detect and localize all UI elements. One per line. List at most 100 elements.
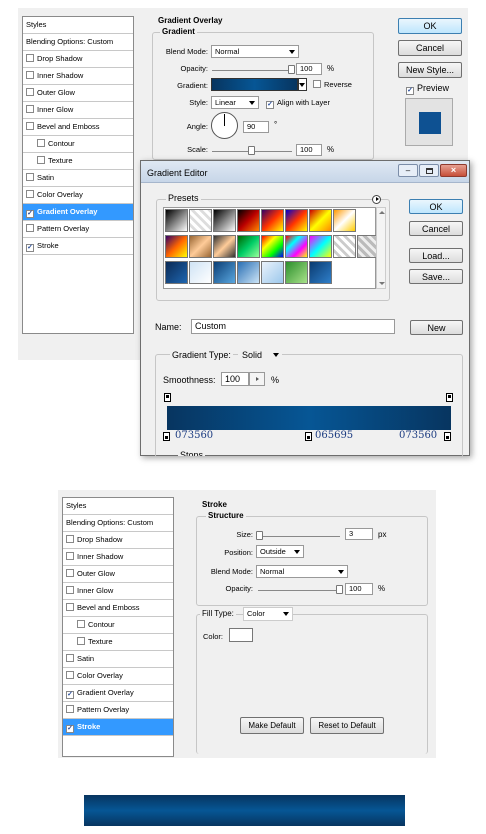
preset-swatch[interactable] — [213, 235, 236, 258]
angle-input[interactable]: 90 — [243, 121, 269, 133]
editor-ok-button[interactable]: OK — [409, 199, 463, 214]
preset-swatch[interactable] — [285, 261, 308, 284]
checkbox-icon[interactable] — [26, 122, 34, 130]
preset-swatch[interactable] — [165, 261, 188, 284]
preset-swatch[interactable] — [285, 235, 308, 258]
gradient-type-select[interactable]: Solid — [238, 348, 282, 362]
preset-swatch[interactable] — [165, 235, 188, 258]
checkbox-icon[interactable] — [66, 586, 74, 594]
preset-swatch[interactable] — [165, 209, 188, 232]
sidebar-item-styles[interactable]: Styles — [63, 498, 173, 515]
sidebar-item-stroke[interactable]: ✓ Stroke — [63, 719, 173, 736]
presets-menu-button[interactable] — [372, 195, 381, 204]
checkbox-icon[interactable]: ✓ — [66, 691, 74, 699]
checkbox-icon[interactable] — [66, 552, 74, 560]
sidebar-item-texture[interactable]: Texture — [23, 153, 133, 170]
presets-scrollbar[interactable] — [376, 207, 386, 289]
sidebar-item-stroke[interactable]: ✓ Stroke — [23, 238, 133, 255]
checkbox-icon[interactable]: ✓ — [66, 725, 74, 733]
sidebar-item-drop-shadow[interactable]: Drop Shadow — [23, 51, 133, 68]
sidebar-item-bevel-and-emboss[interactable]: Bevel and Emboss — [63, 600, 173, 617]
sidebar-item-gradient-overlay[interactable]: ✓ Gradient Overlay — [23, 204, 133, 221]
opacity-input[interactable]: 100 — [296, 63, 322, 75]
angle-dial[interactable] — [211, 112, 238, 139]
color-stop-0[interactable] — [163, 432, 170, 441]
sidebar-item-contour[interactable]: Contour — [23, 136, 133, 153]
preset-swatch[interactable] — [333, 235, 356, 258]
preset-swatch[interactable] — [261, 209, 284, 232]
load-button[interactable]: Load... — [409, 248, 463, 263]
size-slider-thumb[interactable] — [255, 531, 263, 540]
checkbox-icon[interactable] — [26, 224, 34, 232]
checkbox-icon[interactable] — [66, 535, 74, 543]
preset-swatch[interactable] — [237, 209, 260, 232]
sidebar-item-texture[interactable]: Texture — [63, 634, 173, 651]
checkbox-icon[interactable] — [26, 173, 34, 181]
checkbox-icon[interactable] — [26, 105, 34, 113]
smoothness-input[interactable]: 100 — [221, 372, 249, 386]
stroke-opacity-slider-track[interactable] — [258, 590, 340, 591]
checkbox-icon[interactable] — [37, 139, 45, 147]
preset-swatch[interactable] — [285, 209, 308, 232]
preset-swatch[interactable] — [261, 261, 284, 284]
preset-swatch[interactable] — [189, 209, 212, 232]
color-stop-1[interactable] — [305, 432, 312, 441]
preset-swatch[interactable] — [189, 235, 212, 258]
preset-swatch[interactable] — [309, 261, 332, 284]
sidebar-item-satin[interactable]: Satin — [63, 651, 173, 668]
size-input[interactable]: 3 — [345, 528, 373, 540]
preset-swatch[interactable] — [213, 261, 236, 284]
opacity-slider-track[interactable] — [212, 70, 292, 71]
new-style-button[interactable]: New Style... — [398, 62, 462, 78]
preset-swatch[interactable] — [309, 209, 332, 232]
checkbox-icon[interactable] — [37, 156, 45, 164]
sidebar-item-inner-glow[interactable]: Inner Glow — [23, 102, 133, 119]
reverse-checkbox[interactable]: Reverse — [313, 80, 352, 89]
sidebar-item-bevel-and-emboss[interactable]: Bevel and Emboss — [23, 119, 133, 136]
sidebar-item-outer-glow[interactable]: Outer Glow — [63, 566, 173, 583]
editor-cancel-button[interactable]: Cancel — [409, 221, 463, 236]
save-button[interactable]: Save... — [409, 269, 463, 284]
preset-swatch[interactable] — [333, 209, 356, 232]
checkbox-icon[interactable] — [77, 620, 85, 628]
sidebar-item-inner-glow[interactable]: Inner Glow — [63, 583, 173, 600]
align-with-layer-checkbox[interactable]: ✓ Align with Layer — [266, 98, 330, 109]
sidebar-item-satin[interactable]: Satin — [23, 170, 133, 187]
checkbox-icon[interactable] — [66, 671, 74, 679]
checkbox-icon[interactable]: ✓ — [26, 210, 34, 218]
size-slider-track[interactable] — [258, 536, 340, 537]
preset-swatch[interactable] — [213, 209, 236, 232]
sidebar-item-gradient-overlay[interactable]: ✓ Gradient Overlay — [63, 685, 173, 702]
checkbox-icon[interactable] — [66, 603, 74, 611]
checkbox-icon[interactable] — [77, 637, 85, 645]
sidebar-item-pattern-overlay[interactable]: Pattern Overlay — [23, 221, 133, 238]
stroke-color-swatch[interactable] — [229, 628, 253, 642]
position-select[interactable]: Outside — [256, 545, 304, 558]
color-stop-2[interactable] — [444, 432, 451, 441]
sidebar-item-inner-shadow[interactable]: Inner Shadow — [63, 549, 173, 566]
fill-type-select[interactable]: Color — [243, 607, 293, 621]
stroke-opacity-slider-thumb[interactable] — [336, 585, 343, 594]
checkbox-icon[interactable] — [66, 654, 74, 662]
scale-slider-thumb[interactable] — [248, 146, 255, 155]
ok-button[interactable]: OK — [398, 18, 462, 34]
preset-swatch[interactable] — [261, 235, 284, 258]
minimize-button[interactable]: – — [398, 164, 418, 177]
checkbox-icon[interactable] — [66, 705, 74, 713]
new-button[interactable]: New — [410, 320, 463, 335]
smoothness-stepper[interactable] — [249, 372, 265, 386]
opacity-stop-right[interactable] — [446, 393, 453, 402]
sidebar-item-inner-shadow[interactable]: Inner Shadow — [23, 68, 133, 85]
opacity-stop-left[interactable] — [164, 393, 171, 402]
scale-input[interactable]: 100 — [296, 144, 322, 156]
preset-swatch[interactable] — [237, 261, 260, 284]
preset-swatch[interactable] — [237, 235, 260, 258]
checkbox-icon[interactable] — [26, 54, 34, 62]
sidebar-item-pattern-overlay[interactable]: Pattern Overlay — [63, 702, 173, 719]
cancel-button[interactable]: Cancel — [398, 40, 462, 56]
preset-swatch[interactable] — [189, 261, 212, 284]
opacity-slider-thumb[interactable] — [288, 65, 295, 74]
sidebar-item-contour[interactable]: Contour — [63, 617, 173, 634]
stroke-opacity-input[interactable]: 100 — [345, 583, 373, 595]
style-select[interactable]: Linear — [211, 96, 259, 109]
